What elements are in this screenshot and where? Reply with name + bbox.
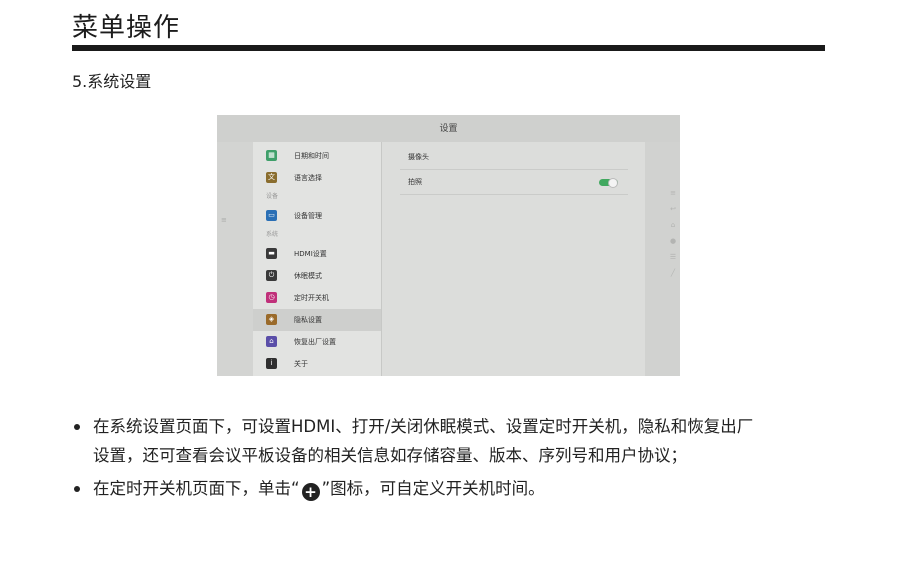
setting-row-camera: 摄像头 bbox=[400, 145, 628, 170]
hdmi-icon: ▬ bbox=[266, 248, 277, 259]
calendar-icon: ▦ bbox=[266, 150, 277, 161]
bullet-text-line1: 在系统设置页面下，可设置HDMI、打开/关闭休眠模式、设置定时开关机，隐私和恢复… bbox=[93, 417, 754, 436]
setting-row-label: 拍照 bbox=[408, 178, 422, 186]
menu-lines-icon[interactable]: ≡ bbox=[669, 189, 677, 197]
right-side-toolbar: ≡ ↩ ⌂ ● ☰ ╱ bbox=[645, 142, 680, 376]
menu-item-label: 日期和时间 bbox=[294, 152, 329, 160]
menu-item-language[interactable]: 文 语言选择 bbox=[253, 167, 381, 189]
power-icon: ⏻ bbox=[266, 270, 277, 281]
menu-item-timer[interactable]: ◷ 定时开关机 bbox=[253, 287, 381, 309]
menu-item-label: 关于 bbox=[294, 360, 308, 368]
timer-icon: ◷ bbox=[266, 292, 277, 303]
menu-item-label: 设备管理 bbox=[294, 212, 322, 220]
settings-screenshot: 设置 ≡ ▦ 日期和时间 文 语言选择 设备 ▭ 设备管理 系统 ▬ HDMI设… bbox=[217, 115, 680, 376]
menu-item-about[interactable]: i 关于 bbox=[253, 353, 381, 375]
plus-circle-icon: + bbox=[301, 483, 320, 501]
setting-row-photo: 拍照 bbox=[400, 170, 628, 195]
menu-item-label: 休眠模式 bbox=[294, 272, 322, 280]
menu-item-label: 恢复出厂设置 bbox=[294, 338, 336, 346]
section-title: 5.系统设置 bbox=[72, 72, 152, 91]
menu-item-sleep[interactable]: ⏻ 休眠模式 bbox=[253, 265, 381, 287]
language-icon: 文 bbox=[266, 172, 277, 183]
list-item: 在系统设置页面下，可设置HDMI、打开/关闭休眠模式、设置定时开关机，隐私和恢复… bbox=[72, 412, 832, 470]
left-side-strip: ≡ bbox=[217, 142, 253, 376]
drawer-handle-icon[interactable]: ≡ bbox=[221, 217, 227, 224]
menu-item-factory-reset[interactable]: ⌂ 恢复出厂设置 bbox=[253, 331, 381, 353]
bullet-dot bbox=[74, 424, 80, 430]
title-underline bbox=[72, 45, 825, 51]
page-title: 菜单操作 bbox=[72, 13, 181, 43]
menu-item-label: 定时开关机 bbox=[294, 294, 329, 302]
setting-row-label: 摄像头 bbox=[408, 153, 429, 161]
pen-icon[interactable]: ╱ bbox=[669, 269, 677, 277]
menu-item-privacy[interactable]: ◈ 隐私设置 bbox=[253, 309, 381, 331]
menu-group-system: 系统 bbox=[266, 231, 279, 238]
bullet-text-before-icon: 在定时开关机页面下，单击“ bbox=[93, 479, 300, 498]
bullet-text-line2: 设置，还可查看会议平板设备的相关信息如存储容量、版本、序列号和用户协议； bbox=[93, 446, 687, 465]
monitor-icon: ▭ bbox=[266, 210, 277, 221]
circle-icon[interactable]: ● bbox=[669, 237, 677, 245]
settings-window-title: 设置 bbox=[217, 115, 680, 142]
menu-item-label: 语言选择 bbox=[294, 174, 322, 182]
home-icon[interactable]: ⌂ bbox=[669, 221, 677, 229]
back-arrow-icon[interactable]: ↩ bbox=[669, 205, 677, 213]
menu-item-label: HDMI设置 bbox=[294, 250, 327, 258]
menu-item-label: 隐私设置 bbox=[294, 316, 322, 324]
bullet-dot bbox=[74, 486, 80, 492]
shield-icon: ◈ bbox=[266, 314, 277, 325]
photo-toggle[interactable] bbox=[599, 178, 618, 188]
settings-menu: ▦ 日期和时间 文 语言选择 设备 ▭ 设备管理 系统 ▬ HDMI设置 ⏻ 休… bbox=[253, 142, 382, 376]
info-icon: i bbox=[266, 358, 277, 369]
bullet-text-after-icon: ”图标，可自定义开关机时间。 bbox=[321, 479, 545, 498]
settings-content: 摄像头 拍照 bbox=[382, 142, 645, 376]
menu-item-date-time[interactable]: ▦ 日期和时间 bbox=[253, 145, 381, 167]
list-icon[interactable]: ☰ bbox=[669, 253, 677, 261]
instruction-list: 在系统设置页面下，可设置HDMI、打开/关闭休眠模式、设置定时开关机，隐私和恢复… bbox=[72, 412, 832, 503]
menu-item-hdmi[interactable]: ▬ HDMI设置 bbox=[253, 243, 381, 265]
list-item: 在定时开关机页面下，单击“ + ”图标，可自定义开关机时间。 bbox=[72, 474, 832, 503]
restore-icon: ⌂ bbox=[266, 336, 277, 347]
toggle-knob bbox=[608, 178, 618, 188]
menu-group-device: 设备 bbox=[266, 193, 279, 200]
menu-item-device-manage[interactable]: ▭ 设备管理 bbox=[253, 205, 381, 227]
